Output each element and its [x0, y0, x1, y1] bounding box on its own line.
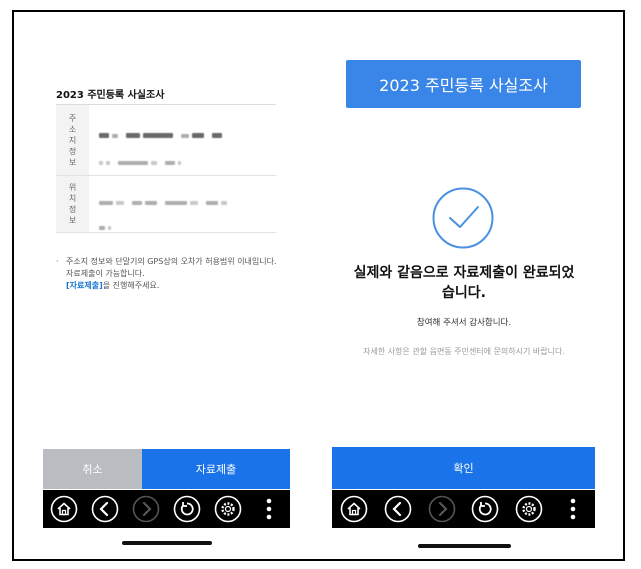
browser-toolbar-right [332, 490, 595, 528]
check-circle-icon [432, 187, 494, 249]
page-title: 2023 주민등록 사실조사 [56, 90, 165, 101]
address-info-value-redacted [89, 105, 276, 175]
location-info-row: 위 치 정 보 [56, 176, 276, 233]
refresh-icon[interactable] [172, 494, 202, 524]
address-info-row: 주 소 지 정 보 [56, 105, 276, 176]
confirm-button[interactable]: 확인 [332, 447, 595, 489]
forward-icon[interactable] [131, 494, 161, 524]
gear-icon[interactable] [213, 494, 243, 524]
bullet: · [56, 257, 59, 266]
address-info-header: 주 소 지 정 보 [56, 105, 89, 175]
browser-toolbar-left [43, 490, 290, 528]
location-info-value-redacted [89, 176, 276, 232]
inquiry-text: 자세한 사항은 관할 읍면동 주민센터에 문의하시기 바랍니다. [363, 347, 565, 356]
survey-banner: 2023 주민등록 사실조사 [346, 60, 581, 108]
location-info-header: 위 치 정 보 [56, 176, 89, 232]
back-icon[interactable] [383, 494, 413, 524]
thanks-text: 참여해 주셔서 감사합니다. [416, 318, 512, 328]
back-icon[interactable] [90, 494, 120, 524]
more-icon[interactable] [558, 494, 588, 524]
notice-line-3: [자료제출]을 진행해주세요. [66, 281, 160, 290]
submit-link[interactable]: [자료제출] [66, 281, 103, 290]
forward-icon[interactable] [427, 494, 457, 524]
refresh-icon[interactable] [470, 494, 500, 524]
gear-icon[interactable] [514, 494, 544, 524]
completion-message: 실제와 같음으로 자료제출이 완료되었 습니다. [353, 265, 575, 301]
notice-line-2: 자료제출이 가능합니다. [66, 269, 145, 278]
home-indicator[interactable] [122, 541, 212, 545]
cancel-button[interactable]: 취소 [43, 449, 142, 489]
info-table: 주 소 지 정 보 위 치 정 보 [56, 104, 276, 233]
notice-line-1: 주소지 정보와 단말기의 GPS상의 오차가 허용범위 이내입니다. [66, 257, 277, 266]
more-icon[interactable] [254, 494, 284, 524]
home-icon[interactable] [339, 494, 369, 524]
home-icon[interactable] [49, 494, 79, 524]
home-indicator[interactable] [418, 544, 511, 548]
submit-button[interactable]: 자료제출 [142, 449, 290, 489]
gps-notice: · 주소지 정보와 단말기의 GPS상의 오차가 허용범위 이내입니다. 자료제… [56, 256, 278, 292]
